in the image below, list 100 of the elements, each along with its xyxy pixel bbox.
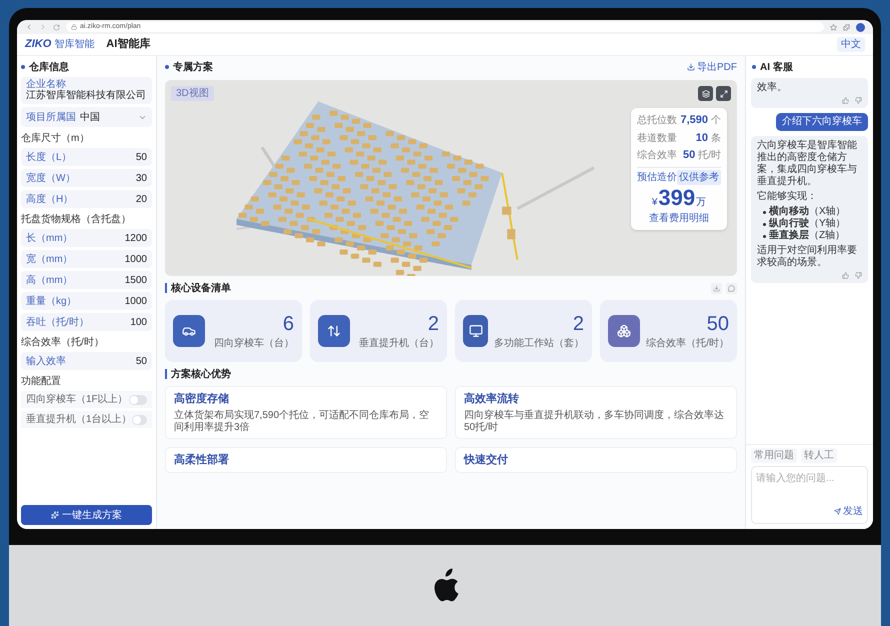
field-label: 高度（H） bbox=[26, 192, 74, 206]
speech-bubble-icon bbox=[728, 284, 735, 292]
thumbs-down-icon[interactable] bbox=[855, 97, 862, 104]
bullet-icon bbox=[763, 222, 766, 226]
sparkles-icon bbox=[51, 511, 59, 519]
field-label: 长度（L） bbox=[26, 150, 72, 164]
field-value: 100 bbox=[130, 316, 147, 330]
field-label: 输入效率 bbox=[26, 354, 66, 368]
boxes-icon bbox=[617, 324, 631, 338]
toggle-switch[interactable] bbox=[129, 394, 147, 404]
number-field[interactable]: 吞吐（托/时） 100 bbox=[21, 313, 152, 331]
field-label: 宽（mm） bbox=[26, 252, 73, 266]
puzzle-icon[interactable] bbox=[843, 24, 850, 30]
fullscreen-icon bbox=[720, 90, 728, 98]
toggle-label: 垂直提升机（1台以上） bbox=[26, 412, 132, 427]
field-label: 长（mm） bbox=[26, 232, 73, 246]
equipment-label: 多功能工作站（套） bbox=[494, 336, 584, 350]
bullet-icon bbox=[763, 210, 766, 214]
number-field[interactable]: 长度（L） 50 bbox=[21, 148, 152, 166]
equipment-label: 垂直提升机（台） bbox=[359, 336, 439, 350]
number-field[interactable]: 宽度（W） 30 bbox=[21, 169, 152, 187]
monitor-icon bbox=[468, 324, 482, 338]
language-button[interactable]: 中文 bbox=[837, 37, 865, 52]
number-field[interactable]: 高度（H） 20 bbox=[21, 190, 152, 208]
stat-value: 10 bbox=[696, 130, 708, 146]
field-value: 中国 bbox=[80, 110, 101, 124]
logo-wordmark: ZIKO bbox=[25, 37, 52, 52]
export-pdf-button[interactable]: 导出PDF bbox=[687, 60, 737, 74]
number-field[interactable]: 高（mm） 1500 bbox=[21, 271, 152, 289]
text-field[interactable]: 企业名称 江苏智库智能科技有限公司 bbox=[21, 77, 152, 104]
stat-label: 综合效率 bbox=[637, 148, 678, 163]
equipment-count: 50 bbox=[706, 312, 729, 336]
generate-plan-button[interactable]: 一键生成方案 bbox=[21, 505, 152, 525]
up-down-arrow-icon bbox=[327, 324, 341, 338]
field-value: 1200 bbox=[124, 232, 147, 246]
section-label: 仓库尺寸（m） bbox=[21, 133, 90, 145]
panel-title: 专属方案 bbox=[173, 60, 214, 74]
comment-button[interactable] bbox=[726, 282, 737, 294]
list-item: 纵向行驶（Y轴） bbox=[769, 218, 846, 230]
panel-title: 仓库信息 bbox=[29, 60, 69, 74]
forward-icon[interactable] bbox=[39, 23, 47, 31]
field-label: 宽度（W） bbox=[26, 172, 76, 186]
field-value: 1500 bbox=[124, 274, 147, 288]
brand-name: 智库智能 bbox=[54, 38, 94, 52]
field-value: 江苏智库智能科技有限公司 bbox=[26, 90, 147, 102]
advantage-text: 立体货架布局实现7,590个托位，可适配不同仓库布局，空间利用率提升3倍 bbox=[174, 410, 430, 434]
field-value: 1000 bbox=[124, 252, 147, 266]
cost-details-link[interactable]: 查看费用明细 bbox=[637, 210, 721, 226]
section-title: 核心设备清单 bbox=[171, 281, 232, 296]
list-item: 垂直换层（Z轴） bbox=[769, 230, 846, 242]
thumbs-down-icon[interactable] bbox=[855, 272, 862, 279]
field-label: 高（mm） bbox=[26, 274, 73, 288]
stat-value: 7,590 bbox=[680, 113, 708, 128]
section-title: 方案核心优势 bbox=[171, 367, 231, 382]
number-field[interactable]: 长（mm） 1200 bbox=[21, 229, 152, 247]
thumbs-up-icon[interactable] bbox=[842, 272, 849, 279]
number-field[interactable]: 宽（mm） 1000 bbox=[21, 250, 152, 268]
advantage-title: 高效率流转 bbox=[464, 392, 520, 407]
number-field[interactable]: 重量（kg） 1000 bbox=[21, 292, 152, 310]
input-placeholder: 请输入您的问题... bbox=[756, 472, 836, 486]
number-field[interactable]: 输入效率 50 bbox=[21, 352, 152, 370]
estimate-unit: 万 bbox=[696, 196, 706, 210]
message-text: 它能够实现： bbox=[757, 191, 818, 203]
back-icon[interactable] bbox=[25, 23, 33, 31]
layers-icon bbox=[702, 90, 710, 98]
panel-title: AI 客服 bbox=[760, 60, 793, 74]
field-value: 50 bbox=[136, 354, 147, 368]
estimate-badge: 仅供参考 bbox=[677, 170, 721, 184]
advantage-title: 快速交付 bbox=[464, 452, 509, 468]
stat-value: 50 bbox=[682, 148, 696, 163]
message-text: 六向穿梭车是智库智能推出的高密度仓储方案，集成四向穿梭车与垂直提升机。 bbox=[757, 140, 858, 188]
field-value: 30 bbox=[136, 172, 147, 186]
profile-avatar[interactable] bbox=[856, 22, 865, 32]
lock-icon bbox=[71, 24, 77, 30]
fullscreen-button[interactable] bbox=[716, 86, 731, 101]
field-value: 1000 bbox=[124, 294, 147, 308]
toggle-switch[interactable] bbox=[132, 414, 147, 424]
field-label: 吞吐（托/时） bbox=[26, 316, 89, 330]
send-button[interactable]: 发送 bbox=[834, 504, 863, 519]
field-value: 20 bbox=[136, 192, 147, 206]
toggle-label: 四向穿梭车（1F以上） bbox=[26, 392, 128, 407]
list-item: 横向移动（X轴） bbox=[769, 206, 846, 218]
download-button[interactable] bbox=[711, 282, 722, 294]
send-icon bbox=[834, 508, 841, 515]
stat-unit: 条 bbox=[711, 132, 721, 146]
layers-button[interactable] bbox=[698, 86, 713, 101]
user-message: 介绍下六向穿梭车 bbox=[776, 113, 868, 131]
section-label: 托盘货物规格（含托盘） bbox=[21, 214, 132, 226]
reload-icon[interactable] bbox=[53, 24, 60, 30]
section-label: 综合效率（托/时） bbox=[21, 337, 105, 349]
scene-viewport[interactable]: 3D视图 总托位数 7,590 个 巷道数量 10 条 综合效率 50 托/时 预估造价 仅供参考 ¥399万 查看费用明细 bbox=[165, 80, 737, 276]
section-label: 功能配置 bbox=[21, 376, 62, 388]
equipment-label: 综合效率（托/时） bbox=[646, 336, 729, 350]
chat-input-field[interactable]: 请输入您的问题... 发送 bbox=[751, 466, 868, 524]
equipment-count: 2 bbox=[428, 312, 439, 336]
select-field[interactable]: 项目所属国 中国 bbox=[21, 107, 152, 127]
stat-unit: 托/时 bbox=[698, 148, 721, 163]
thumbs-up-icon[interactable] bbox=[842, 97, 849, 104]
star-icon[interactable] bbox=[830, 24, 837, 30]
estimate-value: 399 bbox=[658, 186, 696, 210]
